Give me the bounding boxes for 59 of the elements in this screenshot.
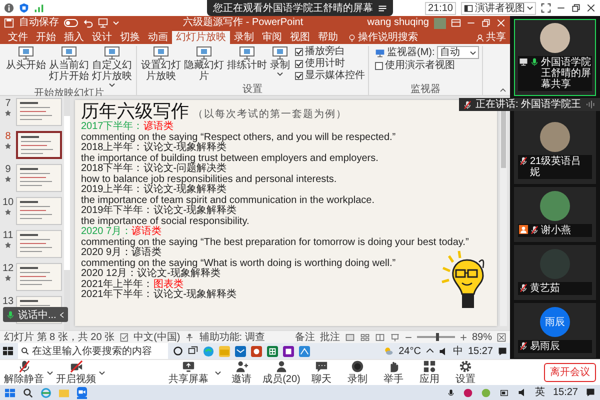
participant-name: 易雨辰 bbox=[530, 341, 560, 352]
exam-date: 2021年下半年： bbox=[81, 289, 154, 300]
slide-number: 7 bbox=[5, 98, 11, 109]
temperature: 24°C bbox=[398, 346, 421, 356]
slide-number: 12 bbox=[2, 263, 14, 274]
participant-name: 谢小燕 bbox=[541, 225, 571, 236]
group-label: 监视器 bbox=[409, 84, 442, 95]
group-label: 设置 bbox=[242, 84, 264, 95]
essay-category: 议论文-现象解释类 bbox=[153, 205, 237, 216]
essay-category: 议论文-问题解决类 bbox=[143, 163, 227, 174]
essay-category: 议论文-现象解释类 bbox=[143, 142, 227, 153]
essay-category: 谚语类 bbox=[143, 121, 174, 132]
meeting-timer: 21:10 bbox=[424, 2, 456, 14]
slide-subtitle: （以每次考试的第一套题为例） bbox=[193, 108, 347, 121]
essay-category: 议论文-现象解释类 bbox=[143, 184, 227, 195]
banner-text: 您正在观看外国语学院王舒晴的屏幕 bbox=[213, 2, 373, 14]
exam-date: 2021年上半年： bbox=[81, 278, 154, 290]
exam-date: 2020 7月： bbox=[81, 226, 132, 237]
essay-category: 谚语类 bbox=[132, 226, 162, 237]
slide-number: 11 bbox=[2, 230, 14, 241]
exam-date: 2018下半年： bbox=[81, 163, 144, 174]
essay-prompt: the importance of social responsibility. bbox=[81, 216, 250, 226]
checkbox-label: 显示媒体控件 bbox=[305, 70, 365, 81]
checkbox-label: 使用演示者视图 bbox=[385, 60, 455, 71]
exam-date: 2019上半年： bbox=[81, 184, 144, 195]
user-name: wang shuqing bbox=[367, 17, 429, 29]
slide-title: 历年六级写作 bbox=[81, 102, 189, 122]
clock: 15:27 bbox=[468, 346, 493, 356]
window-title: 六级题源写作 - PowerPoint bbox=[182, 17, 304, 29]
essay-prompt: the importance of team spirit and communication in the workplace. bbox=[81, 194, 374, 206]
slide-number: 8 bbox=[5, 131, 11, 142]
essay-category: 议论文-现象解释类 bbox=[137, 268, 220, 279]
checkbox-label: 使用计时 bbox=[305, 58, 345, 69]
essay-prompt: commenting on the saying “The best preparation for tomorrow is doing your best today.” bbox=[81, 236, 469, 248]
essay-category: 谚语类 bbox=[132, 247, 162, 258]
autosave-label: 自动保存 bbox=[19, 17, 59, 29]
checkbox-label: 播放旁白 bbox=[305, 46, 345, 57]
exam-date: 2017下半年： bbox=[81, 121, 144, 132]
exam-date: 2020 12月： bbox=[81, 268, 138, 279]
exam-date: 2019年下半年： bbox=[81, 205, 154, 216]
slide-counter: 幻灯片 第 8 张，共 20 张 bbox=[4, 332, 115, 342]
essay-prompt: the importance of building trust between employers and employers. bbox=[81, 152, 378, 164]
essay-prompt: commenting on the saying “What is worth doing is worthing doing well.” bbox=[81, 258, 396, 268]
essay-prompt: commenting on the saying “Respect others, and you will be respected.” bbox=[81, 132, 396, 142]
exam-date: 2018上半年： bbox=[81, 142, 144, 153]
participant-name: 外国语学院王舒晴的屏幕共享 bbox=[541, 57, 591, 90]
slide-number: 9 bbox=[5, 164, 11, 175]
speaking-text: 说话中... bbox=[18, 308, 56, 322]
slide-number: 10 bbox=[2, 197, 14, 208]
slide-number: 13 bbox=[2, 296, 14, 307]
participant-name: 黄艺茹 bbox=[530, 283, 560, 294]
field-label: 监视器(M): bbox=[387, 47, 435, 58]
essay-category: 图表类 bbox=[153, 278, 184, 290]
clock: 15:27 bbox=[552, 387, 578, 398]
essay-category: 议论文-现象解释类 bbox=[153, 289, 237, 300]
essay-prompt: how to balance job responsibilities and personal interests. bbox=[81, 174, 337, 184]
participant-name: 21级英语吕妮 bbox=[530, 156, 582, 178]
avatar-initials: 雨辰 bbox=[540, 307, 570, 337]
exam-date: 2020 9月： bbox=[81, 247, 132, 258]
